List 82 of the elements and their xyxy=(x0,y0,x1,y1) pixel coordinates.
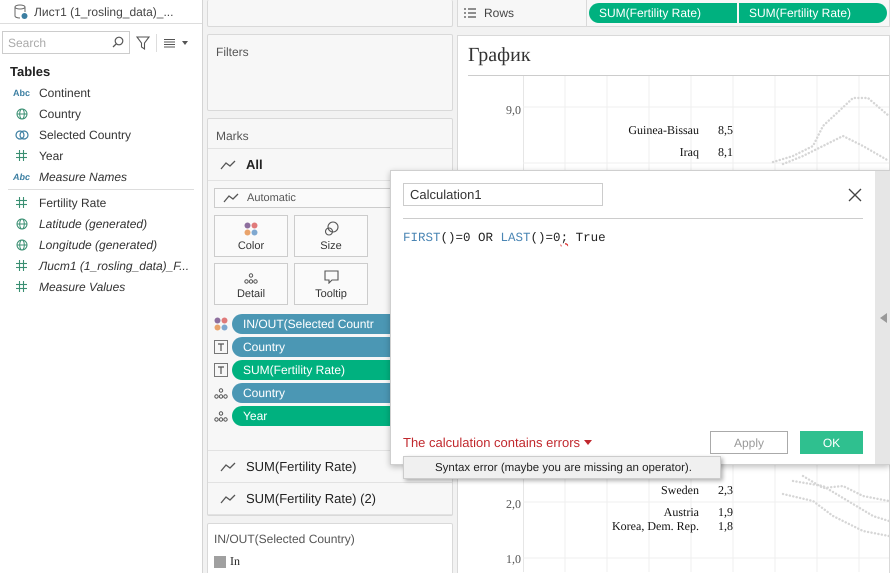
legend-title: IN/OUT(Selected Country) xyxy=(214,532,355,546)
field-item[interactable]: Selected Country xyxy=(0,124,202,145)
tooltip-icon xyxy=(324,270,338,284)
line-mark-icon xyxy=(220,494,236,504)
formula-editor[interactable]: FIRST()=0 OR LAST()=0; True xyxy=(403,219,863,431)
list-icon xyxy=(464,8,476,18)
error-status-link[interactable]: The calculation contains errors xyxy=(403,435,592,450)
size-icon xyxy=(324,221,338,236)
field-item[interactable]: Abc Continent xyxy=(0,82,202,103)
detail-icon xyxy=(244,273,258,284)
globe-icon xyxy=(16,238,28,250)
axis-tick-label: 2,0 xyxy=(506,497,521,512)
field-item[interactable]: Latitude (generated) xyxy=(0,213,202,234)
field-name: Latitude (generated) xyxy=(39,216,148,230)
data-source-name[interactable]: Лист1 (1_rosling_data)_... xyxy=(34,4,174,18)
string-type-label: Abc xyxy=(12,172,30,182)
card-title: Filters xyxy=(216,45,249,59)
line-mark-icon xyxy=(223,193,239,203)
string-type-label: Abc xyxy=(12,88,30,98)
search-icon xyxy=(112,36,124,48)
field-item[interactable]: Лист1 (1_rosling_data)_F... xyxy=(0,255,202,276)
text-label-icon xyxy=(214,340,228,354)
field-item[interactable]: Abc Measure Names xyxy=(0,166,202,187)
line-mark-icon xyxy=(220,160,236,170)
legend-label: In xyxy=(230,554,240,569)
side-handle[interactable] xyxy=(875,171,890,464)
field-name: Selected Country xyxy=(39,128,132,142)
globe-icon xyxy=(16,108,28,120)
number-type-icon xyxy=(16,281,27,292)
set-icon xyxy=(14,128,28,140)
mark-value: 1,9 xyxy=(718,505,733,520)
line-mark-icon xyxy=(220,462,236,472)
error-tooltip: Syntax error (maybe you are missing an operator). xyxy=(403,456,721,479)
detail-icon xyxy=(214,410,228,422)
globe-icon xyxy=(16,218,28,230)
calculation-name-field[interactable]: Calculation1 xyxy=(403,183,603,206)
filter-icon[interactable] xyxy=(136,36,150,50)
mark-label: Sweden xyxy=(661,483,699,498)
mark-value: 1,8 xyxy=(718,519,733,534)
field-item[interactable]: Year xyxy=(0,145,202,166)
field-name: Country xyxy=(39,106,82,120)
field-name: Continent xyxy=(39,86,90,100)
search-field[interactable]: Search xyxy=(2,31,130,54)
mark-property-button[interactable]: Tooltip xyxy=(294,263,368,305)
caret-icon xyxy=(584,440,592,445)
field-name: Year xyxy=(39,148,64,162)
field-item[interactable]: Country xyxy=(0,103,202,124)
mark-property-button[interactable]: Detail xyxy=(214,263,288,305)
close-button[interactable] xyxy=(847,186,863,202)
axis-tick-label: 9,0 xyxy=(506,103,521,118)
text-label-icon xyxy=(214,363,228,377)
field-name: Longitude (generated) xyxy=(39,238,158,252)
number-type-icon xyxy=(16,150,27,161)
color-icon xyxy=(214,317,228,331)
section-heading: Tables xyxy=(9,63,52,81)
mark-label: Guinea-Bissau xyxy=(628,123,699,138)
marks-layer[interactable]: SUM(Fertility Rate) (2) xyxy=(208,483,452,515)
color-icon xyxy=(244,222,258,236)
mark-property-button[interactable]: Color xyxy=(214,215,288,257)
mark-value: 8,5 xyxy=(718,123,733,138)
field-item[interactable]: Measure Values xyxy=(0,276,202,297)
mark-value: 8,1 xyxy=(718,145,733,160)
mark-label: Iraq xyxy=(680,145,699,160)
field-name: Лист1 (1_rosling_data)_F... xyxy=(39,258,190,272)
detail-icon xyxy=(214,388,228,398)
database-icon xyxy=(14,4,28,20)
shelf-label: Rows xyxy=(484,6,514,20)
mark-property-button[interactable]: Size xyxy=(294,215,368,257)
card-title: Marks xyxy=(216,129,249,143)
mark-value: 2,3 xyxy=(718,483,733,498)
field-name: Fertility Rate xyxy=(39,196,106,210)
field-name: Measure Names xyxy=(39,170,128,184)
mark-label: Korea, Dem. Rep. xyxy=(612,519,699,534)
field-name: Measure Values xyxy=(39,280,126,294)
field-item[interactable]: Fertility Rate xyxy=(0,192,202,213)
view-list-icon[interactable] xyxy=(163,38,189,48)
number-type-icon xyxy=(16,260,27,271)
number-type-icon xyxy=(16,197,27,208)
field-item[interactable]: Longitude (generated) xyxy=(0,234,202,255)
worksheet-title: График xyxy=(468,36,889,76)
mark-label: Austria xyxy=(664,505,699,520)
axis-tick-label: 1,0 xyxy=(506,552,521,567)
